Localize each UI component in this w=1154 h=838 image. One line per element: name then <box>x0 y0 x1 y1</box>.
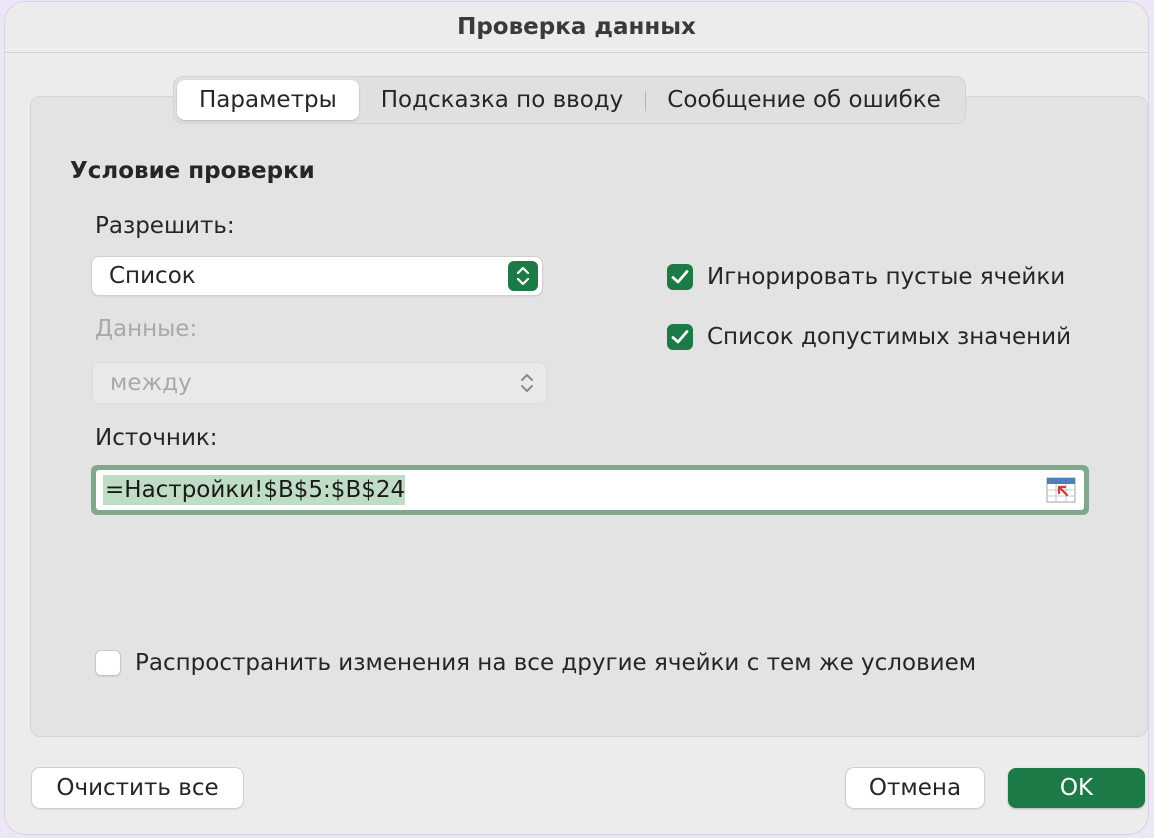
allow-select-value: Список <box>109 263 196 289</box>
allow-select[interactable]: Список <box>92 257 542 295</box>
data-validation-dialog: Проверка данных Параметры Подсказка по в… <box>5 2 1148 834</box>
source-input-box[interactable]: =Настройки!$B$5:$B$24 <box>96 470 1084 510</box>
tab-error-alert[interactable]: Сообщение об ошибке <box>645 80 963 120</box>
apply-to-all-option[interactable]: Распространить изменения на все другие я… <box>95 650 976 676</box>
ok-button[interactable]: OK <box>1008 768 1145 808</box>
apply-to-all-label: Распространить изменения на все другие я… <box>135 650 977 676</box>
ignore-blank-label: Игнорировать пустые ячейки <box>707 264 1066 290</box>
cancel-button[interactable]: Отмена <box>846 768 984 808</box>
source-input[interactable]: =Настройки!$B$5:$B$24 <box>91 465 1089 515</box>
tab-bar: Параметры Подсказка по вводу Сообщение о… <box>173 76 966 124</box>
data-select: между <box>93 363 546 403</box>
in-cell-dropdown-label: Список допустимых значений <box>707 324 1072 350</box>
ignore-blank-checkbox[interactable] <box>667 264 693 290</box>
dialog-title: Проверка данных <box>5 2 1148 53</box>
source-input-value[interactable]: =Настройки!$B$5:$B$24 <box>103 475 406 505</box>
apply-to-all-checkbox[interactable] <box>95 650 121 676</box>
chevron-up-down-icon <box>512 368 542 398</box>
source-label: Источник: <box>95 425 218 451</box>
settings-panel <box>30 96 1148 737</box>
data-select-value: между <box>110 370 192 396</box>
section-title: Условие проверки <box>70 158 315 184</box>
tab-input-message[interactable]: Подсказка по вводу <box>359 80 646 120</box>
ignore-blank-option[interactable]: Игнорировать пустые ячейки <box>667 264 1065 290</box>
allow-label: Разрешить: <box>95 213 235 239</box>
tab-settings[interactable]: Параметры <box>177 80 359 120</box>
clear-all-button[interactable]: Очистить все <box>32 768 243 808</box>
data-label: Данные: <box>95 316 198 342</box>
in-cell-dropdown-option[interactable]: Список допустимых значений <box>667 324 1071 350</box>
chevron-up-down-icon <box>508 261 538 291</box>
checkmark-icon <box>671 330 689 344</box>
checkmark-icon <box>671 270 689 284</box>
range-select-icon[interactable] <box>1046 477 1076 503</box>
in-cell-dropdown-checkbox[interactable] <box>667 324 693 350</box>
